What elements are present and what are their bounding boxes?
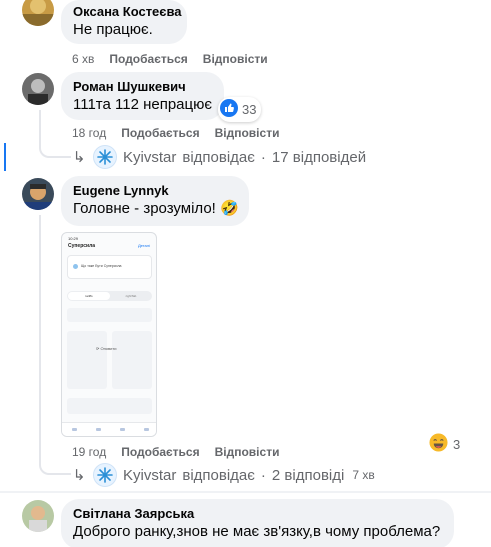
comment-text: Не працює. xyxy=(73,21,153,38)
thread-curve xyxy=(39,140,71,158)
reply-button[interactable]: Відповісти xyxy=(203,52,268,66)
tab-left: tariffs xyxy=(68,292,110,300)
card-text: Що таке Бути Суперсила xyxy=(81,264,122,268)
reaction-summary[interactable]: 33 xyxy=(218,97,262,122)
comment-author[interactable]: Оксана Костеєва xyxy=(73,4,182,20)
reply-time: 7 хв xyxy=(352,468,375,482)
kyivstar-logo-icon xyxy=(93,463,117,487)
reply-button[interactable]: Відповісти xyxy=(215,126,280,140)
reply-verb: відповідає xyxy=(182,466,255,484)
comment-time[interactable]: 19 год xyxy=(72,445,106,459)
reaction-count: 33 xyxy=(242,102,257,117)
like-button[interactable]: Подобається xyxy=(121,445,199,459)
attachment-link: Деталі xyxy=(137,243,150,248)
avatar[interactable] xyxy=(22,73,54,105)
comment-text: 111та 112 непрацює xyxy=(73,96,213,113)
kyivstar-logo-icon xyxy=(93,145,117,169)
reply-arrow-icon: ↳ xyxy=(72,467,86,484)
like-button[interactable]: Подобається xyxy=(109,52,187,66)
view-replies-link[interactable]: ↳ Kyivstar відповідає · 2 відповіді 7 хв xyxy=(71,463,375,487)
loading-text: ⟳ Оновити xyxy=(96,346,116,351)
attachment-image[interactable]: 10:29 Суперсила Деталі Що таке Бути Супе… xyxy=(61,232,157,437)
reply-button[interactable]: Відповісти xyxy=(215,445,280,459)
reply-brand: Kyivstar xyxy=(123,148,177,166)
reply-separator: · xyxy=(260,466,266,484)
reaction-summary[interactable]: 3 xyxy=(429,433,460,455)
bottom-nav xyxy=(62,422,156,436)
comment-author[interactable]: Світлана Заярська xyxy=(73,506,442,522)
comment-author[interactable]: Роман Шушкевич xyxy=(73,79,212,95)
reply-count: 2 відповіді xyxy=(271,466,345,484)
tab-right: rightTab xyxy=(125,294,137,298)
reply-arrow-icon: ↳ xyxy=(72,149,86,166)
laugh-icon xyxy=(429,433,448,455)
like-icon xyxy=(220,99,238,120)
attachment-card: Що таке Бути Суперсила xyxy=(67,255,152,279)
reaction-count: 3 xyxy=(453,436,461,452)
loading-label: Оновити xyxy=(100,346,117,351)
comment-bubble: Світлана Заярська Доброго ранку,знов не … xyxy=(61,499,454,547)
comment-bubble: Роман Шушкевич 111та 112 непрацює xyxy=(61,72,224,120)
refresh-icon: ⟳ xyxy=(96,346,100,351)
reply-verb: відповідає xyxy=(182,148,255,166)
comment-author[interactable]: Eugene Lynnyk xyxy=(73,183,237,199)
thread-line xyxy=(39,215,41,460)
comment-bubble: Eugene Lynnyk Головне - зрозуміло! 🤣 xyxy=(61,176,249,226)
separator xyxy=(0,491,491,493)
avatar[interactable] xyxy=(22,0,54,26)
like-button[interactable]: Подобається xyxy=(121,126,199,140)
avatar[interactable] xyxy=(22,178,54,210)
view-replies-link[interactable]: ↳ Kyivstar відповідає · 17 відповідей xyxy=(71,145,366,169)
comment-text: Доброго ранку,знов не має зв'язку,в чому… xyxy=(73,523,441,540)
comment-time[interactable]: 6 хв xyxy=(72,52,94,66)
reply-count: 17 відповідей xyxy=(271,148,367,166)
comment-time[interactable]: 18 год xyxy=(72,126,106,140)
comment-bubble: Оксана Костеєва Не працює. xyxy=(61,0,187,44)
status-time: 10:29 xyxy=(68,236,79,241)
comment-actions: 18 год Подобається Відповісти xyxy=(72,126,279,140)
thread-indicator xyxy=(4,143,6,171)
comment-actions: 6 хв Подобається Відповісти xyxy=(72,52,268,66)
tab-switch: tariffs rightTab xyxy=(67,291,152,301)
comment-text: Головне - зрозуміло! 🤣 xyxy=(73,200,239,217)
comment-actions: 19 год Подобається Відповісти xyxy=(72,445,279,459)
reply-separator: · xyxy=(260,148,266,166)
thread-curve xyxy=(39,455,71,475)
attachment-title: Суперсила xyxy=(68,243,96,249)
reply-brand: Kyivstar xyxy=(123,466,177,484)
avatar[interactable] xyxy=(22,500,54,532)
